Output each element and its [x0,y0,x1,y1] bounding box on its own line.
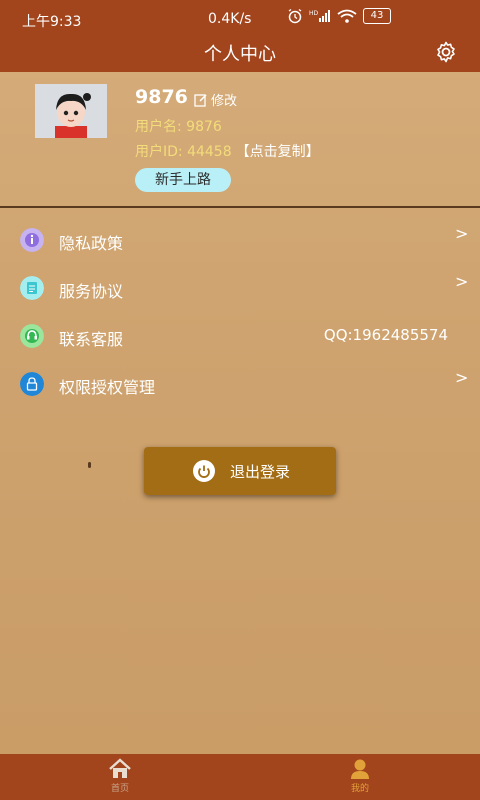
headset-icon [20,324,44,348]
support-qq-number: QQ:1962485574 [323,326,448,344]
edit-icon [194,93,207,107]
home-icon [109,758,131,778]
copy-id-button[interactable]: 【点击复制】 [236,144,320,160]
status-time: 上午9:33 [22,14,82,30]
menu-label: 服务协议 [59,282,124,301]
newbie-guide-button[interactable]: 新手上路 [135,168,231,192]
menu-label: 权限授权管理 [59,378,156,397]
status-bar: 上午9:33 0.4K/s HD 43 [0,0,480,36]
menu-item-privacy-policy[interactable]: 隐私政策 > [0,218,480,262]
display-name: 9876 [135,86,188,108]
edit-profile-link[interactable]: 修改 [194,90,237,109]
power-icon [193,460,215,482]
menu-label: 隐私政策 [59,234,124,253]
username-text: 用户名: 9876 [135,119,222,135]
battery-indicator: 43 [363,8,391,24]
tab-home[interactable]: 首页 [90,758,150,794]
menu-item-service-agreement[interactable]: 服务协议 > [0,266,480,310]
menu-label: 联系客服 [59,330,124,349]
tab-label: 我的 [350,784,369,794]
person-icon [351,759,369,779]
lock-icon [20,372,44,396]
alarm-icon [288,8,302,24]
app-header: 上午9:33 0.4K/s HD 43 个人中心 [0,0,480,72]
bottom-nav: 首页 我的 [0,754,480,800]
menu-item-permission-management[interactable]: 权限授权管理 > [0,362,480,406]
signal-icon: HD [309,10,330,22]
edit-label: 修改 [211,94,238,109]
gear-icon[interactable] [434,40,458,64]
background-speck [88,462,91,468]
menu-item-contact-support[interactable]: 联系客服 QQ:1962485574 [0,314,480,358]
status-icons: HD 43 [287,8,391,24]
logout-label: 退出登录 [230,463,291,481]
section-divider [0,206,480,208]
wifi-icon [337,9,357,23]
chevron-right-icon: > [455,368,469,387]
document-icon [20,276,44,300]
user-id-text: 用户ID: 44458 [135,144,232,160]
network-speed: 0.4K/s [208,11,252,27]
avatar-image [35,84,107,138]
chevron-right-icon: > [455,224,469,243]
tab-label: 首页 [110,784,129,794]
page-title: 个人中心 [204,44,276,65]
privacy-icon [20,228,44,252]
avatar[interactable] [35,84,107,138]
svg-text:HD: HD [309,10,319,17]
chevron-right-icon: > [455,272,469,291]
user-id-row: 用户ID: 44458 【点击复制】 [135,141,320,161]
logout-button[interactable]: 退出登录 [144,447,336,495]
tab-mine[interactable]: 我的 [330,758,390,794]
